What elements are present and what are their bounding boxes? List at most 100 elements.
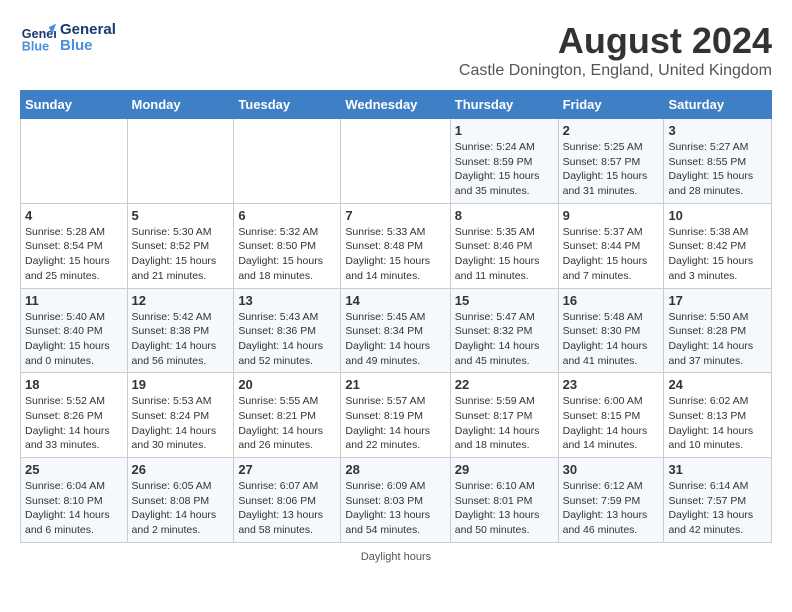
calendar-week-row: 4 Sunrise: 5:28 AM Sunset: 8:54 PM Daylig…	[21, 203, 772, 288]
day-number: 5	[132, 208, 230, 223]
day-info: Sunrise: 5:43 AM Sunset: 8:36 PM Dayligh…	[238, 310, 336, 369]
title-area: August 2024 Castle Donington, England, U…	[459, 20, 772, 80]
day-info: Sunrise: 6:14 AM Sunset: 7:57 PM Dayligh…	[668, 479, 767, 538]
calendar-cell: 12 Sunrise: 5:42 AM Sunset: 8:38 PM Dayli…	[127, 288, 234, 373]
calendar-week-row: 1 Sunrise: 5:24 AM Sunset: 8:59 PM Daylig…	[21, 119, 772, 204]
svg-text:Blue: Blue	[22, 40, 49, 54]
day-info: Sunrise: 5:55 AM Sunset: 8:21 PM Dayligh…	[238, 394, 336, 453]
calendar-cell: 30 Sunrise: 6:12 AM Sunset: 7:59 PM Dayli…	[558, 458, 664, 543]
day-number: 4	[25, 208, 123, 223]
day-number: 14	[345, 293, 445, 308]
calendar-cell	[21, 119, 128, 204]
day-info: Sunrise: 5:48 AM Sunset: 8:30 PM Dayligh…	[563, 310, 660, 369]
calendar-cell: 5Sunrise: 5:30 AM Sunset: 8:52 PM Daylig…	[127, 203, 234, 288]
day-info: Sunrise: 5:47 AM Sunset: 8:32 PM Dayligh…	[455, 310, 554, 369]
day-number: 2	[563, 123, 660, 138]
day-number: 20	[238, 377, 336, 392]
day-info: Sunrise: 5:59 AM Sunset: 8:17 PM Dayligh…	[455, 394, 554, 453]
logo-icon: General Blue	[20, 20, 56, 56]
calendar-cell: 20 Sunrise: 5:55 AM Sunset: 8:21 PM Dayli…	[234, 373, 341, 458]
day-number: 15	[455, 293, 554, 308]
calendar-cell: 17Sunrise: 5:50 AM Sunset: 8:28 PM Dayli…	[664, 288, 772, 373]
calendar-cell: 7 Sunrise: 5:33 AM Sunset: 8:48 PM Daylig…	[341, 203, 450, 288]
calendar-header-cell: Sunday	[21, 91, 128, 119]
calendar-cell: 29Sunrise: 6:10 AM Sunset: 8:01 PM Dayli…	[450, 458, 558, 543]
day-number: 11	[25, 293, 123, 308]
day-info: Sunrise: 5:53 AM Sunset: 8:24 PM Dayligh…	[132, 394, 230, 453]
calendar-header-cell: Friday	[558, 91, 664, 119]
day-number: 8	[455, 208, 554, 223]
logo: General Blue General Blue	[20, 20, 116, 56]
day-number: 13	[238, 293, 336, 308]
day-number: 9	[563, 208, 660, 223]
day-number: 30	[563, 462, 660, 477]
calendar-cell: 2 Sunrise: 5:25 AM Sunset: 8:57 PM Daylig…	[558, 119, 664, 204]
calendar-cell: 19 Sunrise: 5:53 AM Sunset: 8:24 PM Dayli…	[127, 373, 234, 458]
day-info: Sunrise: 5:52 AM Sunset: 8:26 PM Dayligh…	[25, 394, 123, 453]
day-number: 25	[25, 462, 123, 477]
calendar-cell: 28 Sunrise: 6:09 AM Sunset: 8:03 PM Dayli…	[341, 458, 450, 543]
day-info: Sunrise: 5:25 AM Sunset: 8:57 PM Dayligh…	[563, 140, 660, 199]
month-title: August 2024	[459, 20, 772, 62]
calendar-cell: 10 Sunrise: 5:38 AM Sunset: 8:42 PM Dayli…	[664, 203, 772, 288]
day-info: Sunrise: 5:42 AM Sunset: 8:38 PM Dayligh…	[132, 310, 230, 369]
calendar-cell: 25 Sunrise: 6:04 AM Sunset: 8:10 PM Dayli…	[21, 458, 128, 543]
calendar-cell: 4 Sunrise: 5:28 AM Sunset: 8:54 PM Daylig…	[21, 203, 128, 288]
day-number: 12	[132, 293, 230, 308]
calendar-cell: 21 Sunrise: 5:57 AM Sunset: 8:19 PM Dayli…	[341, 373, 450, 458]
calendar-header-cell: Saturday	[664, 91, 772, 119]
day-info: Sunrise: 6:12 AM Sunset: 7:59 PM Dayligh…	[563, 479, 660, 538]
day-number: 28	[345, 462, 445, 477]
calendar-cell: 6Sunrise: 5:32 AM Sunset: 8:50 PM Daylig…	[234, 203, 341, 288]
day-number: 7	[345, 208, 445, 223]
day-info: Sunrise: 6:09 AM Sunset: 8:03 PM Dayligh…	[345, 479, 445, 538]
day-info: Sunrise: 5:45 AM Sunset: 8:34 PM Dayligh…	[345, 310, 445, 369]
calendar-cell: 11Sunrise: 5:40 AM Sunset: 8:40 PM Dayli…	[21, 288, 128, 373]
day-info: Sunrise: 6:04 AM Sunset: 8:10 PM Dayligh…	[25, 479, 123, 538]
calendar-week-row: 18Sunrise: 5:52 AM Sunset: 8:26 PM Dayli…	[21, 373, 772, 458]
header: General Blue General Blue August 2024 Ca…	[20, 20, 772, 80]
day-number: 31	[668, 462, 767, 477]
calendar-cell: 1 Sunrise: 5:24 AM Sunset: 8:59 PM Daylig…	[450, 119, 558, 204]
calendar-cell: 22Sunrise: 5:59 AM Sunset: 8:17 PM Dayli…	[450, 373, 558, 458]
calendar-table: SundayMondayTuesdayWednesdayThursdayFrid…	[20, 90, 772, 543]
day-info: Sunrise: 5:57 AM Sunset: 8:19 PM Dayligh…	[345, 394, 445, 453]
calendar-header-cell: Tuesday	[234, 91, 341, 119]
day-info: Sunrise: 6:00 AM Sunset: 8:15 PM Dayligh…	[563, 394, 660, 453]
logo-blue: Blue	[60, 38, 116, 55]
day-info: Sunrise: 6:05 AM Sunset: 8:08 PM Dayligh…	[132, 479, 230, 538]
day-number: 26	[132, 462, 230, 477]
day-number: 24	[668, 377, 767, 392]
day-info: Sunrise: 5:24 AM Sunset: 8:59 PM Dayligh…	[455, 140, 554, 199]
daylight-label: Daylight hours	[361, 551, 431, 563]
footer: Daylight hours	[20, 551, 772, 563]
day-info: Sunrise: 5:33 AM Sunset: 8:48 PM Dayligh…	[345, 225, 445, 284]
day-info: Sunrise: 5:35 AM Sunset: 8:46 PM Dayligh…	[455, 225, 554, 284]
day-number: 21	[345, 377, 445, 392]
day-number: 1	[455, 123, 554, 138]
calendar-week-row: 11Sunrise: 5:40 AM Sunset: 8:40 PM Dayli…	[21, 288, 772, 373]
logo-text: General	[60, 22, 116, 39]
calendar-cell	[127, 119, 234, 204]
day-info: Sunrise: 5:50 AM Sunset: 8:28 PM Dayligh…	[668, 310, 767, 369]
calendar-cell: 13 Sunrise: 5:43 AM Sunset: 8:36 PM Dayli…	[234, 288, 341, 373]
calendar-cell	[341, 119, 450, 204]
day-number: 19	[132, 377, 230, 392]
day-number: 16	[563, 293, 660, 308]
calendar-cell: 23Sunrise: 6:00 AM Sunset: 8:15 PM Dayli…	[558, 373, 664, 458]
day-info: Sunrise: 5:37 AM Sunset: 8:44 PM Dayligh…	[563, 225, 660, 284]
day-info: Sunrise: 5:32 AM Sunset: 8:50 PM Dayligh…	[238, 225, 336, 284]
day-info: Sunrise: 5:28 AM Sunset: 8:54 PM Dayligh…	[25, 225, 123, 284]
day-info: Sunrise: 6:07 AM Sunset: 8:06 PM Dayligh…	[238, 479, 336, 538]
calendar-cell: 8 Sunrise: 5:35 AM Sunset: 8:46 PM Daylig…	[450, 203, 558, 288]
calendar-cell: 18Sunrise: 5:52 AM Sunset: 8:26 PM Dayli…	[21, 373, 128, 458]
day-info: Sunrise: 5:38 AM Sunset: 8:42 PM Dayligh…	[668, 225, 767, 284]
day-info: Sunrise: 5:27 AM Sunset: 8:55 PM Dayligh…	[668, 140, 767, 199]
day-number: 3	[668, 123, 767, 138]
day-number: 29	[455, 462, 554, 477]
location-title: Castle Donington, England, United Kingdo…	[459, 62, 772, 80]
day-number: 10	[668, 208, 767, 223]
calendar-week-row: 25 Sunrise: 6:04 AM Sunset: 8:10 PM Dayli…	[21, 458, 772, 543]
day-info: Sunrise: 6:02 AM Sunset: 8:13 PM Dayligh…	[668, 394, 767, 453]
calendar-header-cell: Thursday	[450, 91, 558, 119]
